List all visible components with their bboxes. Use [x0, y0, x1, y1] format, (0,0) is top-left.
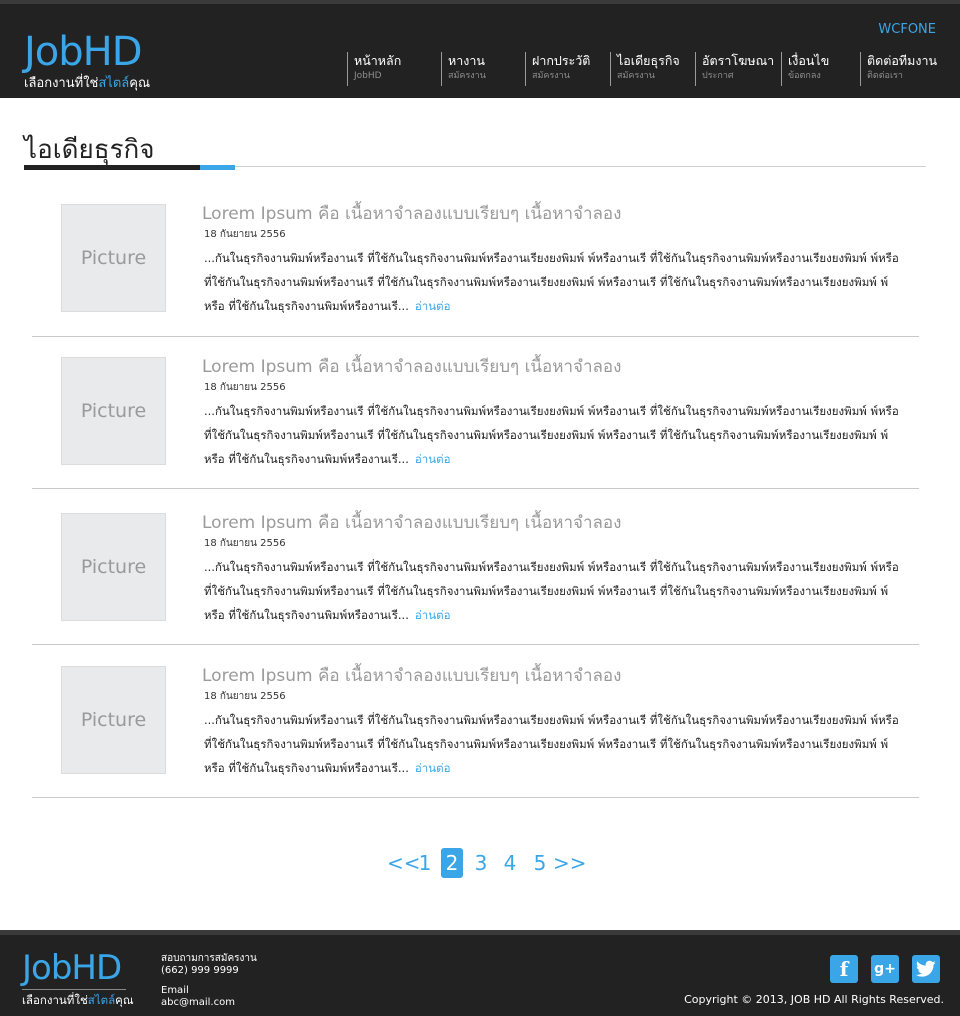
nav-item-ad-rates[interactable]: อัตราโฆษณา ประกาศ: [695, 52, 774, 86]
article-date: 18 กันยายน 2556: [204, 382, 286, 393]
article-item: Picture Lorem Ipsum คือ เนื้อหาจำลองแบบเ…: [32, 489, 919, 645]
contact-phone: (662) 999 9999: [161, 965, 239, 976]
logo-text: JobHD: [24, 29, 143, 75]
article-date: 18 กันยายน 2556: [204, 691, 286, 702]
pagination: << 1 2 3 4 5 >>: [0, 848, 960, 880]
facebook-icon[interactable]: f: [830, 955, 858, 983]
article-title[interactable]: Lorem Ipsum คือ เนื้อหาจำลองแบบเรียบๆ เน…: [202, 353, 621, 380]
twitter-icon[interactable]: [912, 955, 940, 983]
footer-logo[interactable]: JobHD เลือกงานที่ใช่สไตล์คุณ: [22, 949, 134, 1010]
twitter-bird-icon: [916, 960, 936, 977]
nav-item-post-resume[interactable]: ฝากประวัติ สมัครงาน: [525, 52, 590, 86]
pagination-page-4[interactable]: 4: [501, 848, 519, 878]
email-label: Email: [161, 985, 189, 996]
contact-label: สอบถามการสมัครงาน: [161, 953, 257, 964]
footer-logo-text: JobHD: [22, 948, 122, 988]
copyright-text: Copyright © 2013, JOB HD All Rights Rese…: [684, 993, 944, 1006]
article-item: Picture Lorem Ipsum คือ เนื้อหาจำลองแบบเ…: [32, 337, 919, 489]
pagination-next[interactable]: >>: [553, 848, 587, 878]
read-more-link[interactable]: อ่านต่อ: [415, 452, 451, 466]
article-excerpt: ...กันในธุรกิจงานพิมพ์หรืองานเรี ที่ใช้ก…: [204, 560, 899, 622]
nav-item-find-job[interactable]: หางาน สมัครงาน: [441, 52, 486, 86]
article-title[interactable]: Lorem Ipsum คือ เนื้อหาจำลองแบบเรียบๆ เน…: [202, 509, 621, 536]
google-plus-icon[interactable]: g+: [871, 955, 899, 983]
article-excerpt: ...กันในธุรกิจงานพิมพ์หรืองานเรี ที่ใช้ก…: [204, 251, 899, 313]
contact-email[interactable]: abc@mail.com: [161, 997, 257, 1009]
read-more-link[interactable]: อ่านต่อ: [415, 299, 451, 313]
article-date: 18 กันยายน 2556: [204, 229, 286, 240]
article-excerpt: ...กันในธุรกิจงานพิมพ์หรืองานเรี ที่ใช้ก…: [204, 713, 899, 775]
title-underline-dark: [24, 165, 200, 170]
nav-item-contact[interactable]: ติดต่อทีมงาน ติดต่อเรา: [860, 52, 937, 86]
site-header: JobHD เลือกงานที่ใช่สไตล์คุณ WCFONE หน้า…: [0, 0, 960, 98]
pagination-page-1[interactable]: 1: [416, 848, 434, 878]
page-title: ไอเดียธุรกิจ: [24, 135, 155, 165]
footer-contact: สอบถามการสมัครงาน (662) 999 9999 Email a…: [161, 953, 257, 1009]
article-thumbnail[interactable]: Picture: [61, 513, 166, 621]
top-link-wcfone[interactable]: WCFONE: [878, 22, 936, 37]
article-item: Picture Lorem Ipsum คือ เนื้อหาจำลองแบบเ…: [32, 645, 919, 798]
pagination-prev[interactable]: <<: [387, 848, 421, 878]
pagination-page-3[interactable]: 3: [472, 848, 490, 878]
article-item: Picture Lorem Ipsum คือ เนื้อหาจำลองแบบเ…: [32, 186, 919, 337]
pagination-page-2-current[interactable]: 2: [441, 848, 463, 878]
article-title[interactable]: Lorem Ipsum คือ เนื้อหาจำลองแบบเรียบๆ เน…: [202, 200, 621, 227]
article-thumbnail[interactable]: Picture: [61, 357, 166, 465]
article-title[interactable]: Lorem Ipsum คือ เนื้อหาจำลองแบบเรียบๆ เน…: [202, 662, 621, 689]
nav-item-terms[interactable]: เงื่อนไข ข้อตกลง: [781, 52, 829, 86]
read-more-link[interactable]: อ่านต่อ: [415, 761, 451, 775]
nav-item-home[interactable]: หน้าหลัก JobHD: [347, 52, 401, 86]
title-underline-accent: [200, 165, 235, 170]
site-logo[interactable]: JobHD เลือกงานที่ใช่สไตล์คุณ: [24, 30, 150, 93]
footer-tagline: เลือกงานที่ใช่สไตล์คุณ: [22, 993, 134, 1007]
article-thumbnail[interactable]: Picture: [61, 666, 166, 774]
nav-item-business-ideas[interactable]: ไอเดียธุรกิจ สมัครงาน: [610, 52, 680, 86]
article-excerpt: ...กันในธุรกิจงานพิมพ์หรืองานเรี ที่ใช้ก…: [204, 404, 899, 466]
article-thumbnail[interactable]: Picture: [61, 204, 166, 312]
pagination-page-5[interactable]: 5: [531, 848, 549, 878]
site-footer: JobHD เลือกงานที่ใช่สไตล์คุณ สอบถามการสม…: [0, 930, 960, 1016]
footer-logo-divider: [22, 989, 126, 990]
article-date: 18 กันยายน 2556: [204, 538, 286, 549]
read-more-link[interactable]: อ่านต่อ: [415, 608, 451, 622]
logo-tagline: เลือกงานที่ใช่สไตล์คุณ: [24, 76, 151, 91]
